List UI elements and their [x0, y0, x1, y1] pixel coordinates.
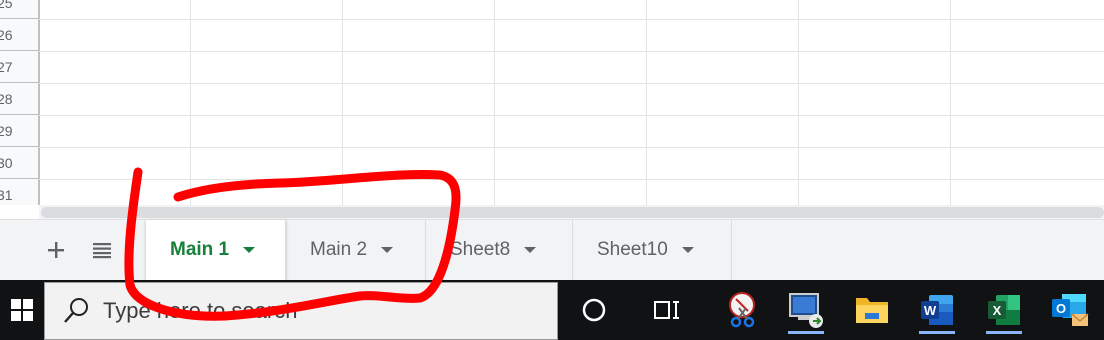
sheet-tab-label: Sheet10 [597, 239, 668, 260]
start-button[interactable] [0, 280, 44, 340]
windows-logo-icon [11, 299, 33, 321]
search-placeholder: Type here to search [103, 298, 298, 323]
search-icon [64, 298, 88, 323]
svg-text:X: X [993, 303, 1002, 318]
row-number[interactable]: 25 [0, 0, 39, 19]
sheet-tab-label: Main 2 [310, 239, 368, 260]
row-number-label: 28 [0, 91, 13, 107]
grid-column-divider [342, 0, 343, 205]
remote-desktop-button[interactable] [782, 286, 830, 334]
row-number-label: 25 [0, 0, 13, 11]
row-number[interactable]: 29 [0, 115, 39, 147]
row-number-label: 30 [0, 155, 13, 171]
running-indicator [788, 331, 824, 334]
all-sheets-button[interactable] [82, 220, 122, 280]
word-icon: W [921, 295, 953, 325]
task-view-icon [654, 301, 679, 319]
outlook-button[interactable]: O [1046, 286, 1094, 334]
running-indicator [986, 331, 1022, 334]
sheet-tab-label: Main 1 [170, 239, 230, 260]
row-number[interactable]: 26 [0, 19, 39, 51]
list-icon [93, 243, 111, 259]
chevron-down-icon[interactable] [681, 247, 694, 253]
svg-text:O: O [1056, 301, 1066, 316]
windows-taskbar: Type here to search W X O [0, 280, 1104, 340]
row-number[interactable]: 28 [0, 83, 39, 115]
outlook-icon: O [1052, 294, 1089, 326]
cortana-icon [582, 298, 606, 322]
plus-icon [48, 242, 64, 258]
grid-column-divider [190, 0, 191, 205]
row-number-label: 27 [0, 59, 13, 75]
svg-text:W: W [924, 303, 937, 318]
grid-row-divider [39, 51, 1104, 52]
row-number[interactable]: 31 [0, 179, 39, 205]
sheet-tab-bar: Main 1 Main 2 Sheet8 Sheet10 [0, 219, 1104, 280]
grid-row-divider [39, 179, 1104, 180]
excel-button[interactable]: X [980, 286, 1028, 334]
row-number[interactable]: 27 [0, 51, 39, 83]
excel-icon: X [988, 295, 1020, 325]
snipping-tool-icon [729, 292, 755, 328]
add-sheet-button[interactable] [36, 220, 76, 280]
taskbar-search-input[interactable]: Type here to search [44, 282, 558, 340]
sheet-tab-main-2[interactable]: Main 2 [286, 220, 426, 280]
remote-desktop-icon [789, 293, 823, 328]
row-number[interactable]: 30 [0, 147, 39, 179]
sheet-tab-label: Sheet8 [450, 239, 511, 260]
task-view-button[interactable] [643, 286, 691, 334]
row-number-label: 29 [0, 123, 13, 139]
grid-column-divider [798, 0, 799, 205]
sheet-tab-sheet8[interactable]: Sheet8 [426, 220, 573, 280]
grid-row-divider [39, 19, 1104, 20]
grid-row-divider [39, 115, 1104, 116]
spreadsheet-grid[interactable]: 25 26 27 28 29 30 31 [0, 0, 1104, 205]
chevron-down-icon[interactable] [381, 247, 394, 253]
row-number-label: 31 [0, 187, 13, 203]
scrollbar-thumb[interactable] [41, 207, 1104, 218]
file-explorer-icon [856, 298, 888, 323]
grid-row-divider [39, 83, 1104, 84]
word-button[interactable]: W [913, 286, 961, 334]
snipping-tool-button[interactable] [718, 286, 766, 334]
grid-row-divider [39, 147, 1104, 148]
chevron-down-icon[interactable] [524, 247, 537, 253]
grid-column-divider [39, 0, 40, 205]
grid-column-divider [950, 0, 951, 205]
row-number-label: 26 [0, 27, 13, 43]
grid-column-divider [646, 0, 647, 205]
chevron-down-icon[interactable] [243, 247, 256, 253]
file-explorer-button[interactable] [848, 286, 896, 334]
sheet-tab-sheet10[interactable]: Sheet10 [573, 220, 732, 280]
cortana-button[interactable] [570, 286, 618, 334]
running-indicator [919, 331, 955, 334]
grid-column-divider [494, 0, 495, 205]
sheet-tab-main-1[interactable]: Main 1 [146, 220, 286, 280]
